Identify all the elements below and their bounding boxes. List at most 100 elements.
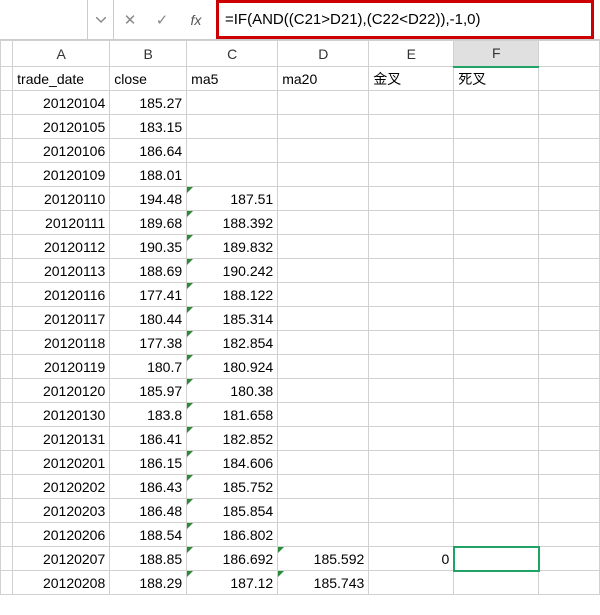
- cell[interactable]: [278, 355, 369, 379]
- cell[interactable]: 189.68: [110, 211, 187, 235]
- cell[interactable]: [454, 571, 539, 595]
- cell[interactable]: 20120203: [13, 499, 110, 523]
- row-header[interactable]: [1, 475, 13, 499]
- cell[interactable]: [454, 379, 539, 403]
- cell[interactable]: [369, 139, 454, 163]
- cell[interactable]: 186.48: [110, 499, 187, 523]
- cell[interactable]: [539, 499, 600, 523]
- cell[interactable]: [454, 259, 539, 283]
- cell[interactable]: [369, 451, 454, 475]
- cell[interactable]: 20120118: [13, 331, 110, 355]
- cell[interactable]: 187.12: [187, 571, 278, 595]
- name-box[interactable]: [0, 0, 88, 39]
- cell[interactable]: 177.41: [110, 283, 187, 307]
- cell[interactable]: [539, 427, 600, 451]
- cell[interactable]: 190.242: [187, 259, 278, 283]
- cell[interactable]: [369, 307, 454, 331]
- cell[interactable]: [278, 331, 369, 355]
- row-header[interactable]: [1, 547, 13, 571]
- cell[interactable]: [454, 211, 539, 235]
- col-header-C[interactable]: C: [187, 41, 278, 67]
- cell[interactable]: 20120117: [13, 307, 110, 331]
- cell[interactable]: [539, 139, 600, 163]
- cancel-button[interactable]: ✕: [114, 0, 146, 39]
- cell[interactable]: [369, 187, 454, 211]
- cell[interactable]: 20120111: [13, 211, 110, 235]
- row-header[interactable]: [1, 259, 13, 283]
- cell[interactable]: 20120112: [13, 235, 110, 259]
- cell[interactable]: [454, 115, 539, 139]
- cell[interactable]: [454, 403, 539, 427]
- cell[interactable]: [454, 451, 539, 475]
- cell[interactable]: 188.392: [187, 211, 278, 235]
- cell[interactable]: 186.43: [110, 475, 187, 499]
- cell[interactable]: [369, 571, 454, 595]
- cell[interactable]: [539, 259, 600, 283]
- cell[interactable]: [539, 571, 600, 595]
- cell[interactable]: [278, 139, 369, 163]
- row-header[interactable]: [1, 523, 13, 547]
- cell[interactable]: 182.852: [187, 427, 278, 451]
- col-header-A[interactable]: A: [13, 41, 110, 67]
- cell[interactable]: 186.692: [187, 547, 278, 571]
- cell[interactable]: [369, 211, 454, 235]
- cell[interactable]: 20120202: [13, 475, 110, 499]
- cell[interactable]: [278, 211, 369, 235]
- cell[interactable]: [187, 91, 278, 115]
- row-header[interactable]: [1, 115, 13, 139]
- cell[interactable]: [454, 235, 539, 259]
- row-header[interactable]: [1, 331, 13, 355]
- header-cell-e[interactable]: 金叉: [369, 67, 454, 91]
- cell[interactable]: [454, 91, 539, 115]
- cell[interactable]: 20120207: [13, 547, 110, 571]
- cell[interactable]: [454, 355, 539, 379]
- corner-cell[interactable]: [1, 41, 13, 67]
- row-header[interactable]: [1, 163, 13, 187]
- cell[interactable]: [278, 403, 369, 427]
- cell[interactable]: [539, 235, 600, 259]
- row-header[interactable]: [1, 427, 13, 451]
- cell[interactable]: [369, 115, 454, 139]
- cell[interactable]: 20120130: [13, 403, 110, 427]
- cell[interactable]: 20120113: [13, 259, 110, 283]
- cell[interactable]: 186.64: [110, 139, 187, 163]
- cell[interactable]: [454, 499, 539, 523]
- row-header[interactable]: [1, 283, 13, 307]
- cell[interactable]: [539, 355, 600, 379]
- cell[interactable]: [454, 427, 539, 451]
- cell[interactable]: [278, 451, 369, 475]
- cell[interactable]: [539, 67, 600, 91]
- cell[interactable]: 182.854: [187, 331, 278, 355]
- cell[interactable]: [187, 115, 278, 139]
- cell[interactable]: 183.15: [110, 115, 187, 139]
- cell[interactable]: [539, 187, 600, 211]
- cell[interactable]: [369, 523, 454, 547]
- cell[interactable]: [454, 331, 539, 355]
- cell[interactable]: [369, 355, 454, 379]
- cell[interactable]: 194.48: [110, 187, 187, 211]
- cell[interactable]: [278, 115, 369, 139]
- cell[interactable]: [278, 523, 369, 547]
- cell[interactable]: 20120206: [13, 523, 110, 547]
- cell[interactable]: 190.35: [110, 235, 187, 259]
- cell[interactable]: 20120201: [13, 451, 110, 475]
- row-header[interactable]: [1, 403, 13, 427]
- cell[interactable]: [454, 523, 539, 547]
- cell[interactable]: [539, 331, 600, 355]
- cell[interactable]: 188.54: [110, 523, 187, 547]
- name-box-dropdown[interactable]: [88, 0, 114, 39]
- cell[interactable]: [278, 259, 369, 283]
- cell[interactable]: [539, 475, 600, 499]
- row-header[interactable]: [1, 379, 13, 403]
- row-header[interactable]: [1, 499, 13, 523]
- cell[interactable]: 20120104: [13, 91, 110, 115]
- cell[interactable]: 20120116: [13, 283, 110, 307]
- cell[interactable]: 184.606: [187, 451, 278, 475]
- cell[interactable]: [278, 283, 369, 307]
- cell[interactable]: [539, 547, 600, 571]
- cell[interactable]: [278, 307, 369, 331]
- cell[interactable]: [539, 523, 600, 547]
- cell[interactable]: 20120119: [13, 355, 110, 379]
- cell[interactable]: 186.15: [110, 451, 187, 475]
- cell[interactable]: 20120208: [13, 571, 110, 595]
